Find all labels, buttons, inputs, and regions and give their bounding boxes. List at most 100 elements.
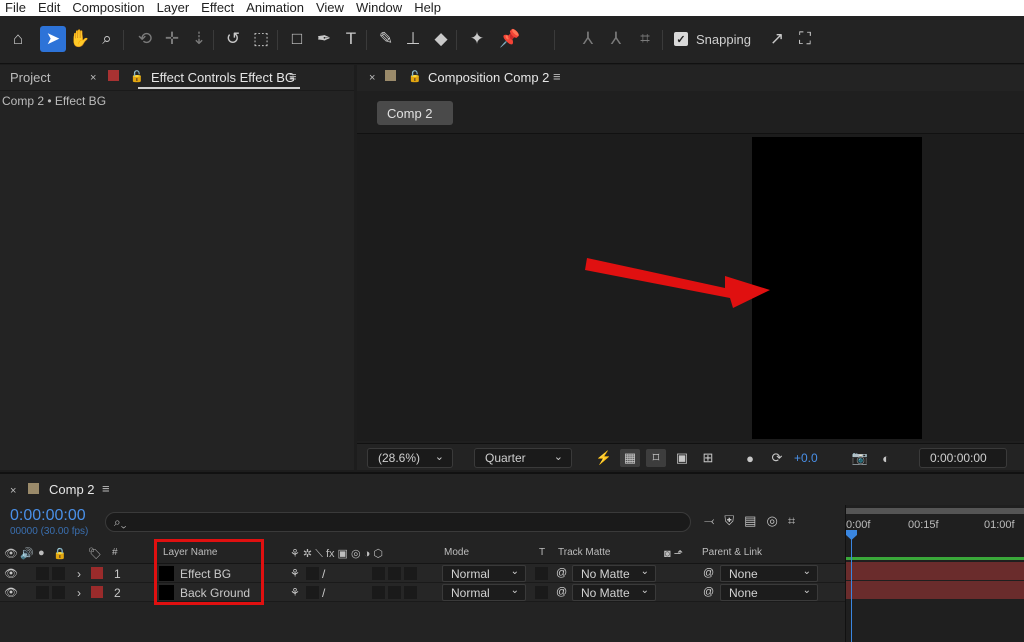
preserve-transparency-switch[interactable] — [535, 567, 548, 580]
close-icon[interactable]: × — [90, 72, 96, 84]
viewer-timecode[interactable]: 0:00:00:00 — [919, 448, 1007, 468]
lock-icon[interactable]: 🔓 — [408, 70, 422, 83]
timeline-graph[interactable]: 0:00f 00:15f 01:00f — [845, 505, 1024, 642]
menu-view[interactable]: View — [311, 0, 351, 16]
motion-blur-switch[interactable] — [372, 567, 385, 580]
pan-camera-icon[interactable]: ✛ — [159, 26, 185, 52]
lock-column-icon[interactable]: 🔒 — [53, 547, 67, 560]
label-color-swatch[interactable] — [91, 567, 103, 579]
column-parent-link[interactable]: Parent & Link — [702, 547, 762, 558]
preserve-transparency-switch[interactable] — [535, 586, 548, 599]
puppet-pin-tool-icon[interactable]: 📌 — [497, 26, 523, 52]
brush-tool-icon[interactable]: ✎ — [373, 26, 399, 52]
lock-icon[interactable]: 🔓 — [130, 70, 144, 83]
comp-mini-flowchart-icon[interactable]: ⤙ — [704, 513, 714, 533]
motion-blur-icon[interactable]: ◎ — [766, 513, 777, 533]
panel-menu-icon[interactable]: ≡ — [553, 69, 561, 84]
quality-switch-icon[interactable]: / — [322, 567, 325, 581]
zoom-dropdown[interactable]: (28.6%) ⌄ — [367, 448, 453, 468]
tab-project[interactable]: Project — [10, 70, 50, 85]
zoom-tool-icon[interactable]: ⌕ — [94, 26, 120, 52]
time-ruler[interactable]: 0:00f 00:15f 01:00f — [846, 517, 1024, 547]
solo-switch[interactable] — [36, 567, 49, 580]
clone-stamp-tool-icon[interactable]: ⊥ — [400, 26, 426, 52]
graph-editor-icon[interactable]: ⌗ — [788, 513, 795, 533]
parent-dropdown[interactable]: None ⌄ — [720, 584, 818, 601]
channels-icon[interactable]: ● — [740, 449, 760, 467]
exposure-value[interactable]: +0.0 — [794, 451, 818, 465]
menu-window[interactable]: Window — [351, 0, 409, 16]
shy-layers-icon[interactable]: ⛨ — [724, 513, 734, 533]
quality-switch-icon[interactable]: / — [322, 586, 325, 600]
layer-row[interactable]: 👁 › 1 Effect BG ⚘ / Normal ⌄ @ No Matte … — [0, 564, 845, 583]
panel-menu-icon[interactable]: ≡ — [102, 481, 110, 496]
menu-file[interactable]: File — [0, 0, 33, 16]
pan-behind-tool-icon[interactable]: ⬚ — [248, 26, 274, 52]
work-area-bar[interactable] — [846, 508, 1024, 514]
show-snapshot-icon[interactable]: ◐ — [876, 449, 896, 467]
visibility-eye-icon[interactable]: 👁 — [4, 586, 18, 599]
layer-duration-bar[interactable] — [846, 581, 1024, 599]
pickwhip-icon[interactable]: @ — [556, 586, 567, 598]
column-mode[interactable]: Mode — [444, 547, 469, 558]
transparency-grid-icon[interactable]: ▦ — [620, 449, 640, 467]
menu-layer[interactable]: Layer — [152, 0, 197, 16]
close-icon[interactable]: × — [369, 72, 375, 84]
world-axis-icon[interactable]: ⅄ — [603, 26, 629, 52]
3d-layer-switch[interactable] — [404, 586, 417, 599]
motion-blur-switch[interactable] — [372, 586, 385, 599]
menu-help[interactable]: Help — [409, 0, 448, 16]
audio-icon[interactable]: 🔊 — [20, 547, 34, 560]
snap-edges-icon[interactable]: ↗ — [764, 26, 790, 52]
expand-chevron-icon[interactable]: › — [77, 586, 81, 600]
visibility-eye-icon[interactable]: 👁 — [4, 567, 18, 580]
menu-effect[interactable]: Effect — [196, 0, 241, 16]
video-eye-icon[interactable]: 👁 — [4, 547, 18, 560]
tab-composition[interactable]: Composition Comp 2 — [428, 70, 549, 85]
snapping-checkbox[interactable]: ✓ — [674, 32, 688, 46]
blend-mode-dropdown[interactable]: Normal ⌄ — [442, 584, 526, 601]
label-color-swatch[interactable] — [91, 586, 103, 598]
shy-switch-icon[interactable]: ⚘ — [290, 567, 300, 580]
parent-dropdown[interactable]: None ⌄ — [720, 565, 818, 582]
orbit-camera-icon[interactable]: ⟲ — [132, 26, 158, 52]
close-icon[interactable]: × — [10, 485, 16, 497]
parent-pickwhip-icon[interactable]: @ — [703, 567, 714, 579]
eraser-tool-icon[interactable]: ◆ — [428, 26, 454, 52]
frame-blending-icon[interactable]: ▤ — [744, 513, 756, 533]
tab-timeline[interactable]: Comp 2 — [49, 482, 95, 497]
comp-canvas[interactable] — [752, 137, 922, 439]
region-of-interest-icon[interactable]: ▣ — [672, 449, 692, 467]
shy-switch-icon[interactable]: ⚘ — [290, 586, 300, 599]
panel-menu-icon[interactable]: ≡ — [289, 69, 297, 84]
collapse-switch[interactable] — [306, 567, 319, 580]
expand-chevron-icon[interactable]: › — [77, 567, 81, 581]
view-axis-icon[interactable]: ⌗ — [632, 26, 658, 52]
3d-layer-switch[interactable] — [404, 567, 417, 580]
playhead-line[interactable] — [851, 539, 852, 642]
label-tag-icon[interactable]: 🏷 — [88, 547, 102, 560]
collapse-switch[interactable] — [306, 586, 319, 599]
solo-switch[interactable] — [36, 586, 49, 599]
current-time-display[interactable]: 0:00:00:00 — [10, 507, 86, 525]
solo-icon[interactable]: ● — [38, 547, 45, 559]
menu-edit[interactable]: Edit — [33, 0, 67, 16]
roto-brush-tool-icon[interactable]: ✦ — [464, 26, 490, 52]
layer-row[interactable]: 👁 › 2 Back Ground ⚘ / Normal ⌄ @ No Matt… — [0, 583, 845, 602]
home-icon[interactable]: ⌂ — [5, 26, 31, 52]
reset-exposure-icon[interactable]: ⟳ — [767, 449, 787, 467]
snapshot-icon[interactable]: 📷 — [850, 449, 870, 467]
fast-previews-icon[interactable]: ⚡ — [594, 449, 614, 467]
adjustment-switch[interactable] — [388, 567, 401, 580]
lock-switch[interactable] — [52, 586, 65, 599]
grid-guides-icon[interactable]: ⊞ — [698, 449, 718, 467]
layer-duration-bar[interactable] — [846, 562, 1024, 580]
pen-tool-icon[interactable]: ✒ — [311, 26, 337, 52]
column-track-matte[interactable]: Track Matte — [558, 547, 610, 558]
rotation-tool-icon[interactable]: ↺ — [220, 26, 246, 52]
mask-visibility-icon[interactable]: ⌑ — [646, 449, 666, 467]
rectangle-tool-icon[interactable]: □ — [284, 26, 310, 52]
type-tool-icon[interactable]: T — [338, 26, 364, 52]
track-matte-dropdown[interactable]: No Matte ⌄ — [572, 565, 656, 582]
dolly-camera-icon[interactable]: ⇣ — [186, 26, 212, 52]
